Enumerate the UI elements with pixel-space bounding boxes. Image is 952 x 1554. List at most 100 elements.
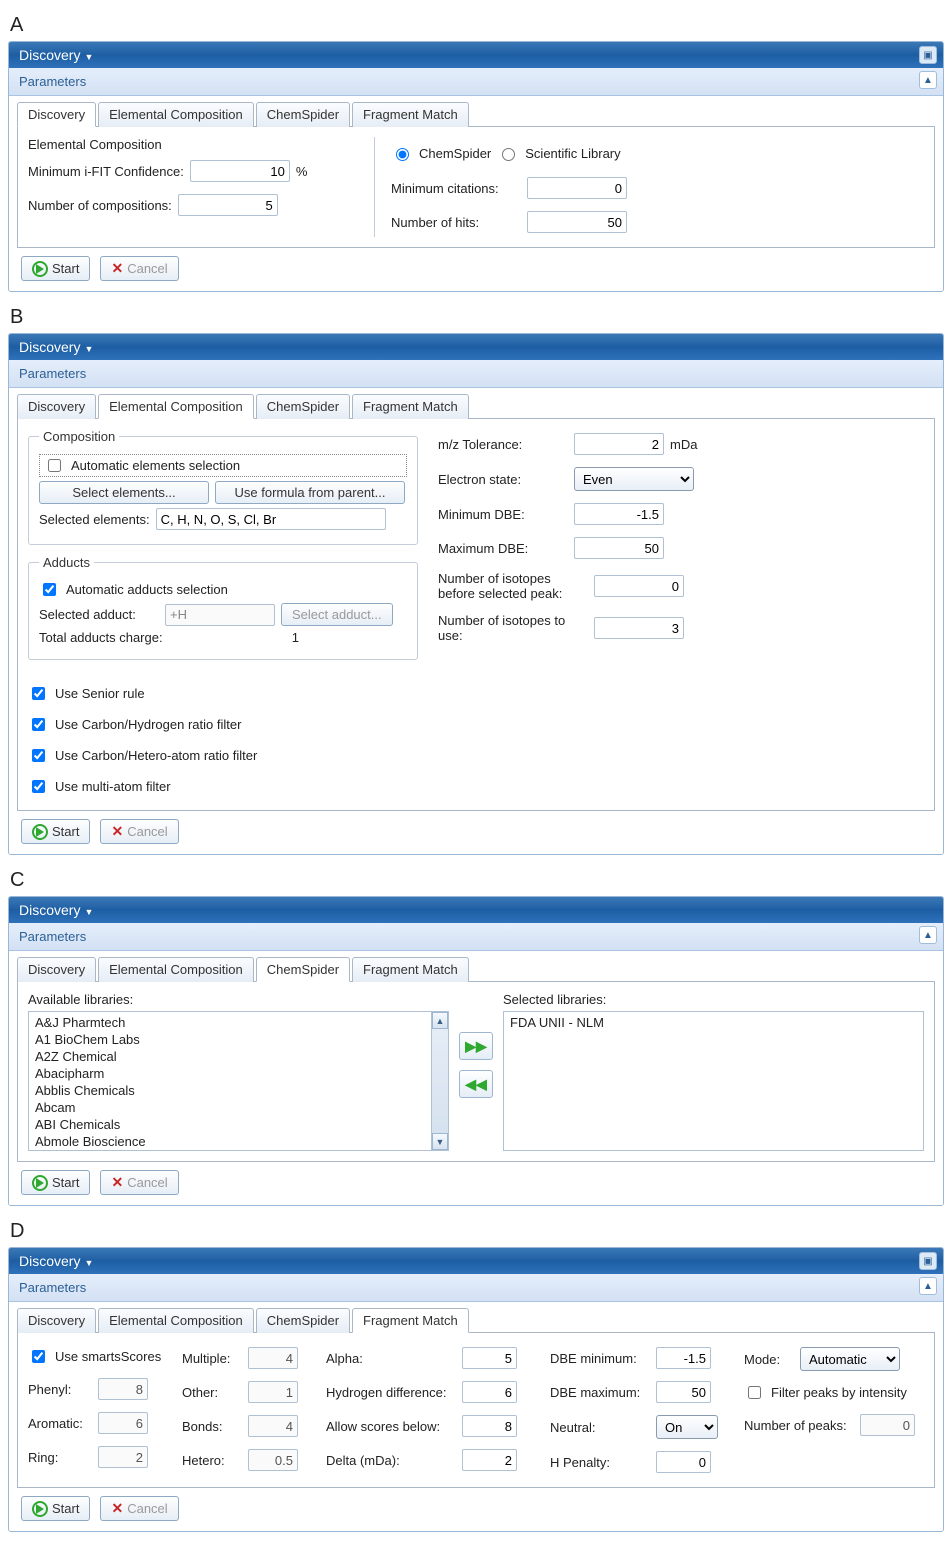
tab-chemspider[interactable]: ChemSpider xyxy=(256,1308,350,1333)
window-a: Discovery▼ ▣ Parameters ▲ Discovery Elem… xyxy=(8,41,944,292)
senior-rule-checkbox[interactable]: Use Senior rule xyxy=(28,684,268,703)
list-item[interactable]: ABI Chemicals xyxy=(29,1116,448,1133)
select-elements-button[interactable]: Select elements... xyxy=(39,481,209,504)
list-item[interactable]: Abblis Chemicals xyxy=(29,1082,448,1099)
list-item[interactable]: FDA UNII - NLM xyxy=(504,1014,923,1031)
tab-fragment-match[interactable]: Fragment Match xyxy=(352,102,469,127)
multi-atom-checkbox[interactable]: Use multi-atom filter xyxy=(28,777,268,796)
start-button[interactable]: Start xyxy=(21,256,90,281)
list-item[interactable]: Abmole Bioscience xyxy=(29,1133,448,1150)
window-title-bar[interactable]: Discovery▼ xyxy=(9,334,943,360)
bonds-label: Bonds: xyxy=(182,1419,242,1434)
tab-chemspider[interactable]: ChemSpider xyxy=(256,957,350,982)
auto-adducts-checkbox[interactable]: Automatic adducts selection xyxy=(39,580,407,599)
dropdown-icon: ▼ xyxy=(84,1258,93,1268)
window-title-bar[interactable]: Discovery▼ ▣ xyxy=(9,1248,943,1274)
list-item[interactable]: A2Z Chemical xyxy=(29,1048,448,1065)
tab-chemspider[interactable]: ChemSpider xyxy=(256,102,350,127)
tab-elemental-composition[interactable]: Elemental Composition xyxy=(98,1308,254,1333)
filter-peaks-checkbox[interactable]: Filter peaks by intensity xyxy=(744,1383,924,1402)
maximize-icon[interactable]: ▣ xyxy=(919,46,937,64)
list-item[interactable]: Abacipharm xyxy=(29,1065,448,1082)
delta-input[interactable] xyxy=(462,1449,517,1471)
tab-discovery[interactable]: Discovery xyxy=(17,102,96,127)
auto-elements-checkbox[interactable]: Automatic elements selection xyxy=(39,454,407,477)
isotopes-before-input[interactable] xyxy=(594,575,684,597)
cancel-icon: ✕ xyxy=(111,823,123,840)
tab-chemspider[interactable]: ChemSpider xyxy=(256,394,350,419)
mda-unit: mDa xyxy=(670,437,697,452)
cancel-button[interactable]: ✕Cancel xyxy=(100,819,178,844)
start-button[interactable]: Start xyxy=(21,1496,90,1521)
cancel-button[interactable]: ✕Cancel xyxy=(100,256,178,281)
isotopes-use-input[interactable] xyxy=(594,617,684,639)
neutral-select[interactable]: On xyxy=(656,1415,718,1439)
panel-label-c: C xyxy=(10,869,944,892)
dropdown-icon: ▼ xyxy=(84,344,93,354)
smarts-scores-checkbox[interactable]: Use smartsScores xyxy=(28,1347,168,1366)
list-item[interactable]: A&J Pharmtech xyxy=(29,1014,448,1031)
panel-label-b: B xyxy=(10,306,944,329)
tab-fragment-match[interactable]: Fragment Match xyxy=(352,394,469,419)
radio-chemspider[interactable]: ChemSpider xyxy=(391,145,491,161)
selected-elements-label: Selected elements: xyxy=(39,512,150,527)
cancel-button[interactable]: ✕Cancel xyxy=(100,1170,178,1195)
list-item[interactable]: Abcam xyxy=(29,1099,448,1116)
tab-discovery[interactable]: Discovery xyxy=(17,1308,96,1333)
collapse-icon[interactable]: ▲ xyxy=(919,926,937,944)
cancel-button[interactable]: ✕Cancel xyxy=(100,1496,178,1521)
num-compositions-label: Number of compositions: xyxy=(28,198,172,213)
selected-adduct-input xyxy=(165,604,275,626)
scroll-down-icon[interactable]: ▼ xyxy=(432,1133,448,1150)
window-title-bar[interactable]: Discovery▼ xyxy=(9,897,943,923)
mode-select[interactable]: Automatic xyxy=(800,1347,900,1371)
move-left-button[interactable]: ◀◀ xyxy=(459,1070,493,1098)
ring-label: Ring: xyxy=(28,1450,92,1465)
window-d: Discovery▼ ▣ Parameters ▲ Discovery Elem… xyxy=(8,1247,944,1532)
h-penalty-input[interactable] xyxy=(656,1451,711,1473)
selected-libraries-list[interactable]: FDA UNII - NLM xyxy=(503,1011,924,1151)
play-icon xyxy=(32,1501,48,1517)
maximize-icon[interactable]: ▣ xyxy=(919,1252,937,1270)
max-dbe-input[interactable] xyxy=(574,537,664,559)
alpha-input[interactable] xyxy=(462,1347,517,1369)
scrollbar[interactable]: ▲ ▼ xyxy=(431,1012,448,1150)
window-title-bar[interactable]: Discovery▼ ▣ xyxy=(9,42,943,68)
tab-discovery[interactable]: Discovery xyxy=(17,957,96,982)
list-item[interactable]: A1 BioChem Labs xyxy=(29,1031,448,1048)
start-button[interactable]: Start xyxy=(21,819,90,844)
min-ifit-input[interactable] xyxy=(190,160,290,182)
start-button[interactable]: Start xyxy=(21,1170,90,1195)
available-libraries-list[interactable]: A&J Pharmtech A1 BioChem Labs A2Z Chemic… xyxy=(28,1011,449,1151)
tab-elemental-composition[interactable]: Elemental Composition xyxy=(98,957,254,982)
allow-scores-input[interactable] xyxy=(462,1415,517,1437)
window-c: Discovery▼ Parameters ▲ Discovery Elemen… xyxy=(8,896,944,1206)
chet-ratio-checkbox[interactable]: Use Carbon/Hetero-atom ratio filter xyxy=(28,746,268,765)
tab-fragment-match[interactable]: Fragment Match xyxy=(352,1308,469,1333)
tab-elemental-composition[interactable]: Elemental Composition xyxy=(98,102,254,127)
dbe-max-input[interactable] xyxy=(656,1381,711,1403)
selected-adduct-label: Selected adduct: xyxy=(39,607,159,622)
tab-fragment-match[interactable]: Fragment Match xyxy=(352,957,469,982)
aromatic-label: Aromatic: xyxy=(28,1416,92,1431)
min-citations-input[interactable] xyxy=(527,177,627,199)
tab-elemental-composition[interactable]: Elemental Composition xyxy=(98,394,254,419)
electron-state-select[interactable]: Even xyxy=(574,467,694,491)
tab-discovery[interactable]: Discovery xyxy=(17,394,96,419)
ch-ratio-checkbox[interactable]: Use Carbon/Hydrogen ratio filter xyxy=(28,715,268,734)
collapse-icon[interactable]: ▲ xyxy=(919,71,937,89)
radio-scientific-library[interactable]: Scientific Library xyxy=(497,145,620,161)
mz-tolerance-input[interactable] xyxy=(574,433,664,455)
num-compositions-input[interactable] xyxy=(178,194,278,216)
mode-label: Mode: xyxy=(744,1352,794,1367)
number-hits-input[interactable] xyxy=(527,211,627,233)
other-label: Other: xyxy=(182,1385,242,1400)
dbe-min-input[interactable] xyxy=(656,1347,711,1369)
scroll-up-icon[interactable]: ▲ xyxy=(432,1012,448,1029)
selected-elements-input[interactable] xyxy=(156,508,386,530)
play-icon xyxy=(32,824,48,840)
min-dbe-input[interactable] xyxy=(574,503,664,525)
hydrogen-diff-input[interactable] xyxy=(462,1381,517,1403)
move-right-button[interactable]: ▶▶ xyxy=(459,1032,493,1060)
use-formula-parent-button[interactable]: Use formula from parent... xyxy=(215,481,405,504)
